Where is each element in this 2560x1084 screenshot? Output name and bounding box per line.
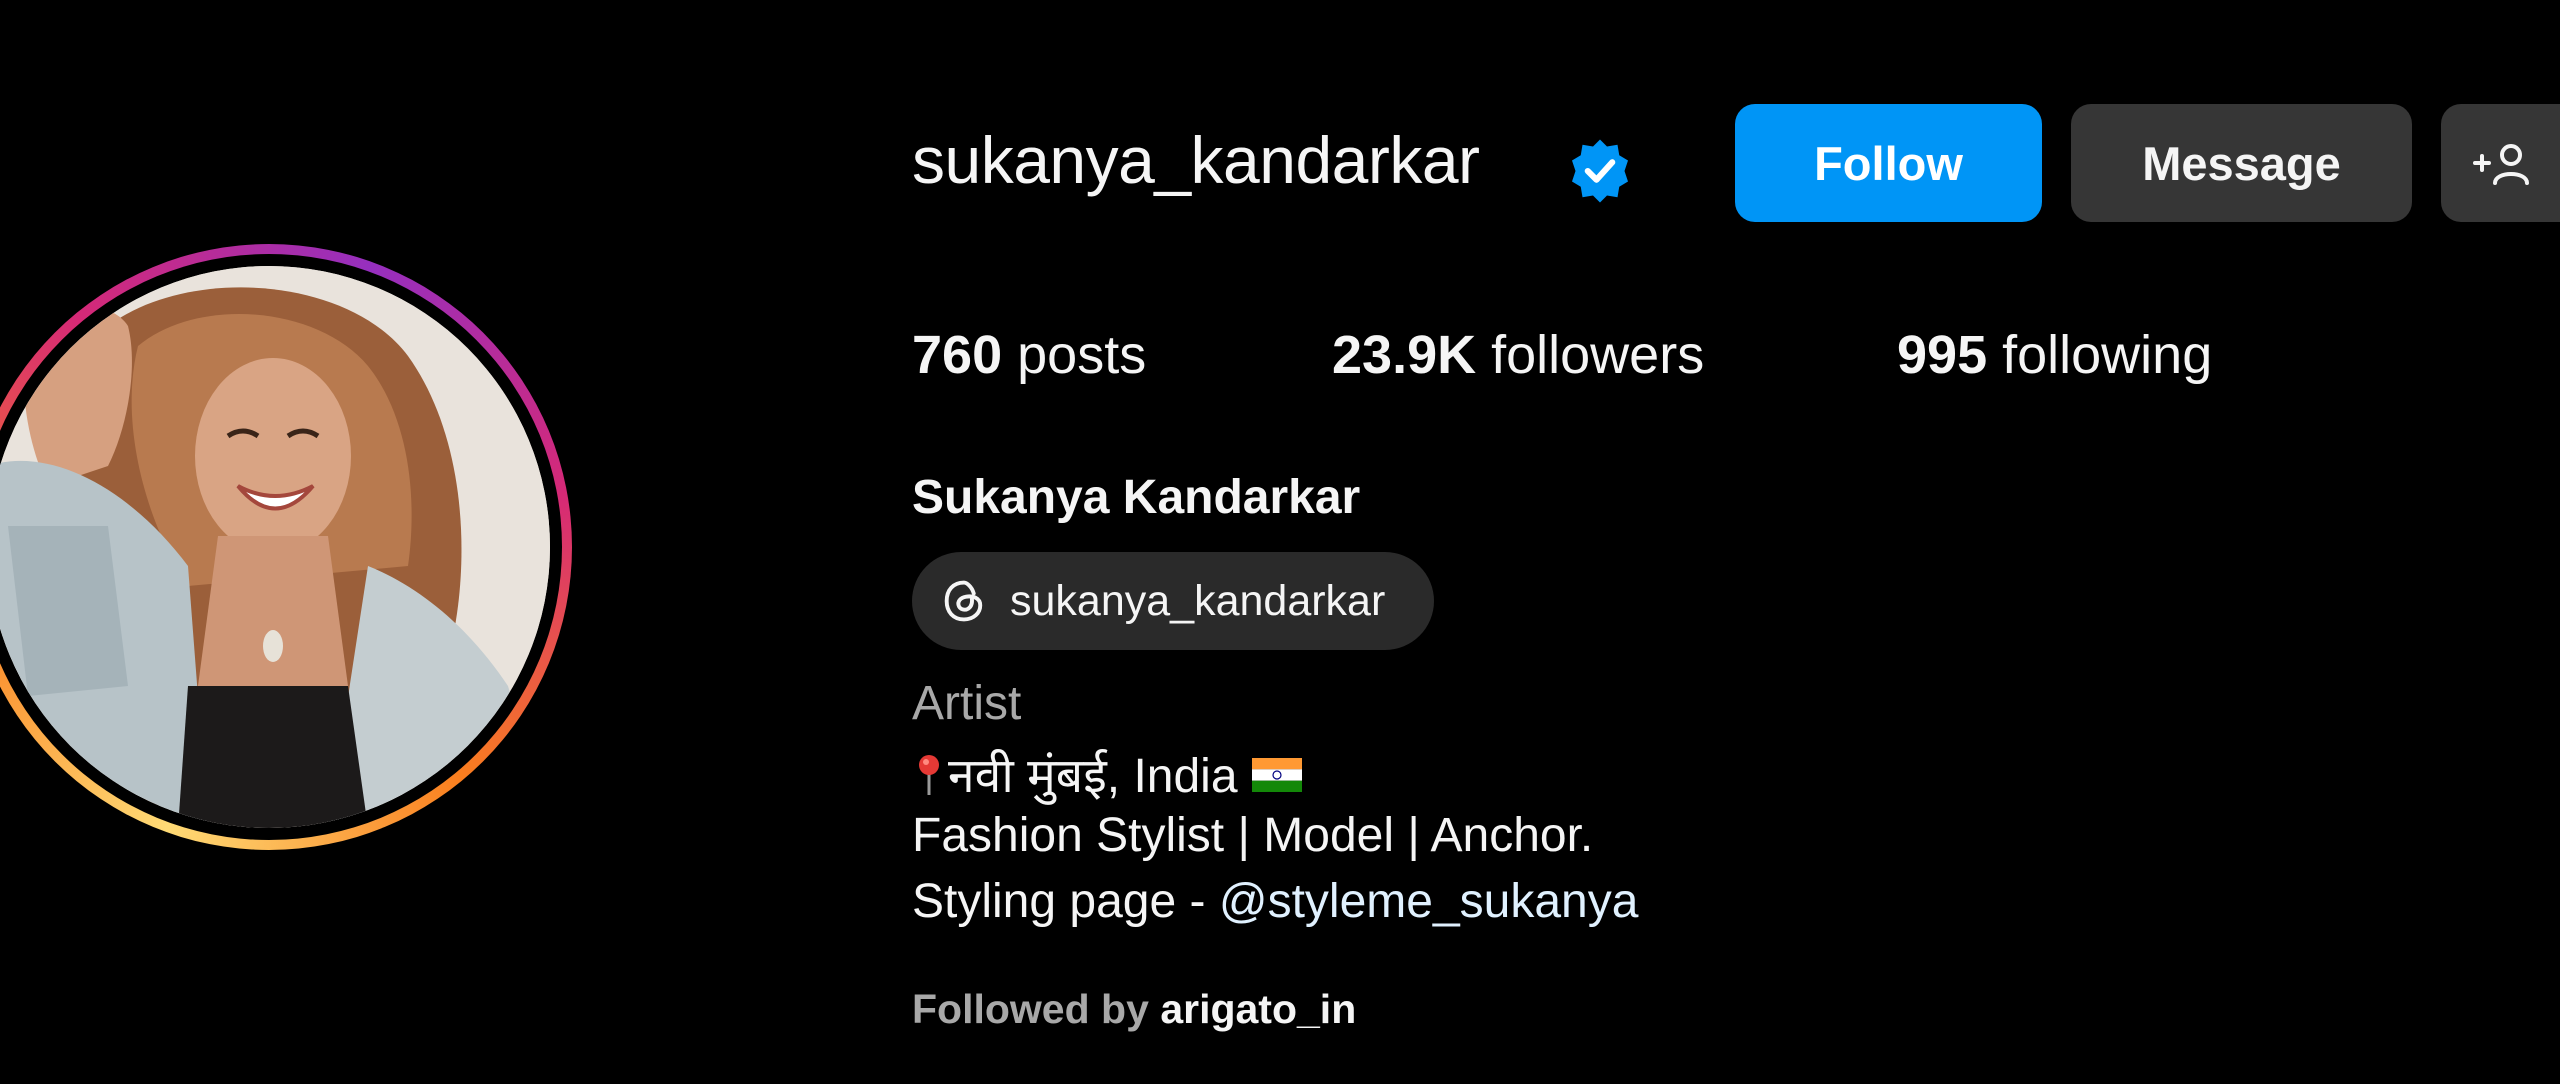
message-button[interactable]: Message	[2071, 104, 2412, 222]
bio-location-line: नवी मुंबई, India	[912, 742, 1302, 807]
followed-by-prefix: Followed by	[912, 986, 1149, 1032]
followers-count: 23.9K	[1332, 325, 1477, 385]
posts-stat: 760 posts	[912, 324, 1146, 386]
posts-count: 760	[912, 325, 1003, 385]
bio-description-line: Fashion Stylist | Model | Anchor.	[912, 809, 1594, 862]
threads-icon	[944, 580, 983, 622]
bio-mention-link[interactable]: @styleme_sukanya	[1219, 875, 1639, 928]
profile-category: Artist	[912, 677, 1022, 730]
verified-badge-icon	[1572, 139, 1628, 203]
bio-location-text: नवी मुंबई, India	[948, 750, 1238, 803]
bio-styling-prefix: Styling page -	[912, 875, 1219, 928]
following-stat[interactable]: 995 following	[1897, 324, 2212, 386]
followers-stat[interactable]: 23.9K followers	[1332, 324, 1704, 386]
india-flag-icon	[1251, 757, 1302, 792]
following-count: 995	[1897, 325, 1988, 385]
threads-handle: sukanya_kandarkar	[1010, 576, 1386, 625]
pin-icon	[919, 754, 939, 795]
profile-username: sukanya_kandarkar	[912, 123, 1480, 197]
followed-by-name[interactable]: arigato_in	[1160, 986, 1356, 1032]
avatar-story-ring[interactable]	[0, 244, 572, 850]
follow-button[interactable]: Follow	[1735, 104, 2042, 222]
following-label: following	[2002, 325, 2213, 385]
avatar-photo-illustration	[0, 266, 550, 828]
followed-by[interactable]: Followed by arigato_in	[912, 986, 1356, 1033]
profile-full-name: Sukanya Kandarkar	[912, 471, 1361, 524]
threads-link[interactable]: sukanya_kandarkar	[912, 552, 1434, 650]
posts-label: posts	[1017, 325, 1147, 385]
add-person-icon	[2473, 144, 2529, 185]
followers-label: followers	[1491, 325, 1705, 385]
suggested-accounts-button[interactable]	[2441, 104, 2560, 222]
bio-styling-line: Styling page - @styleme_sukanya	[912, 874, 1638, 929]
avatar[interactable]	[0, 266, 550, 828]
